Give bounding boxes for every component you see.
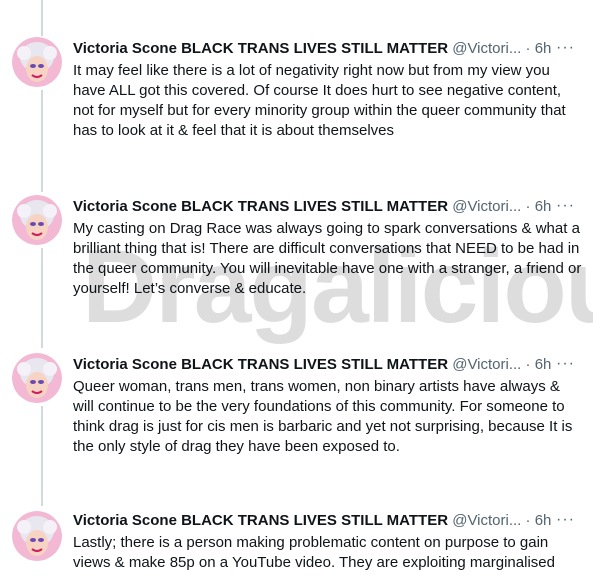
tweet-header: Victoria Scone BLACK TRANS LIVES STILL M… [73, 39, 551, 59]
timestamp[interactable]: 6h [535, 356, 552, 373]
timestamp[interactable]: 6h [535, 40, 552, 57]
more-options-icon[interactable]: ··· [556, 38, 575, 58]
separator: · [525, 198, 531, 215]
tweet-text: Queer woman, trans men, trans women, non… [73, 378, 573, 455]
avatar[interactable] [12, 37, 62, 87]
username[interactable]: @Victori... [452, 40, 521, 57]
username[interactable]: @Victori... [452, 512, 521, 529]
display-name[interactable]: Victoria Scone BLACK TRANS LIVES STILL M… [73, 198, 448, 215]
separator: · [525, 512, 531, 529]
avatar[interactable] [12, 353, 62, 403]
separator: · [525, 356, 531, 373]
username[interactable]: @Victori... [452, 198, 521, 215]
display-name[interactable]: Victoria Scone BLACK TRANS LIVES STILL M… [73, 512, 448, 529]
avatar[interactable] [12, 511, 62, 561]
display-name[interactable]: Victoria Scone BLACK TRANS LIVES STILL M… [73, 356, 448, 373]
timestamp[interactable]: 6h [535, 198, 552, 215]
tweet[interactable]: Victoria Scone BLACK TRANS LIVES STILL M… [0, 0, 593, 160]
tweet-text: It may feel like there is a lot of negat… [73, 62, 566, 139]
tweet[interactable]: Victoria Scone BLACK TRANS LIVES STILL M… [0, 158, 593, 318]
display-name[interactable]: Victoria Scone BLACK TRANS LIVES STILL M… [73, 40, 448, 57]
tweet-header: Victoria Scone BLACK TRANS LIVES STILL M… [73, 511, 551, 531]
separator: · [525, 40, 531, 57]
tweet-header: Victoria Scone BLACK TRANS LIVES STILL M… [73, 355, 551, 375]
tweet[interactable]: Victoria Scone BLACK TRANS LIVES STILL M… [0, 316, 593, 476]
timestamp[interactable]: 6h [535, 512, 552, 529]
tweet[interactable]: Victoria Scone BLACK TRANS LIVES STILL M… [0, 474, 593, 576]
more-options-icon[interactable]: ··· [556, 196, 575, 216]
username[interactable]: @Victori... [452, 356, 521, 373]
more-options-icon[interactable]: ··· [556, 510, 575, 530]
avatar[interactable] [12, 195, 62, 245]
more-options-icon[interactable]: ··· [556, 354, 575, 374]
tweet-text: Lastly; there is a person making problem… [73, 534, 555, 571]
tweet-header: Victoria Scone BLACK TRANS LIVES STILL M… [73, 197, 551, 217]
tweet-text: My casting on Drag Race was always going… [73, 220, 582, 297]
